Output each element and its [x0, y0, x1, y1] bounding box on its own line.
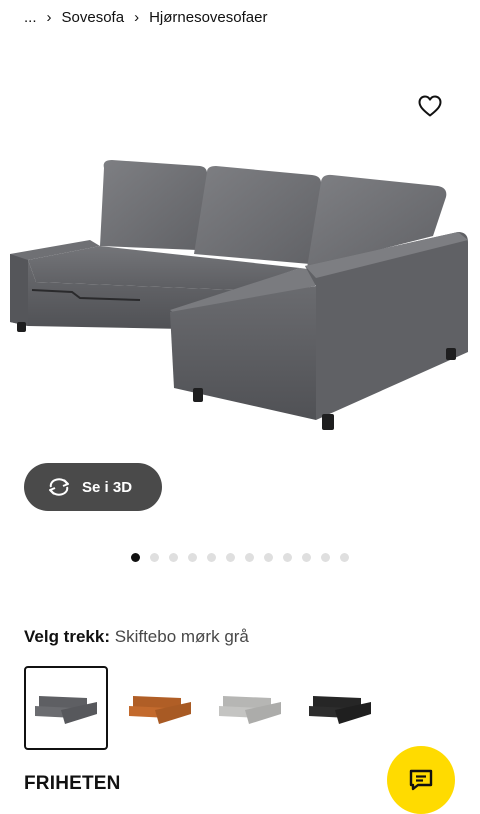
carousel-dot[interactable] [150, 552, 159, 562]
product-name: FRIHETEN [24, 773, 121, 794]
breadcrumb-item-sovesofa[interactable]: Sovesofa [62, 9, 125, 26]
sofa-thumbnail [219, 696, 281, 724]
cover-swatch-light-grey[interactable] [208, 666, 292, 750]
carousel-dot[interactable] [245, 552, 254, 562]
favorite-button[interactable] [414, 90, 446, 122]
carousel-dot[interactable] [321, 552, 330, 562]
heart-icon [418, 95, 442, 117]
product-image[interactable] [0, 130, 480, 450]
view-in-3d-button[interactable]: Se i 3D [24, 463, 162, 511]
chevron-right-icon: › [46, 8, 52, 26]
cover-swatch-skiftebo-mork-gra[interactable] [24, 666, 108, 750]
rotate-icon [49, 478, 69, 496]
carousel-dot[interactable] [264, 552, 273, 562]
view-in-3d-label: Se i 3D [82, 478, 133, 496]
chevron-right-icon: › [134, 8, 140, 26]
sofa-thumbnail [35, 696, 97, 724]
breadcrumb-item-hjornesovesofaer[interactable]: Hjørnesovesofaer [149, 9, 267, 26]
carousel-indicator [0, 552, 480, 562]
chat-icon [409, 769, 433, 791]
cover-label-key: Velg trekk: [24, 627, 110, 646]
carousel-dot[interactable] [302, 552, 311, 562]
carousel-dot[interactable] [283, 552, 292, 562]
breadcrumb: ... › Sovesofa › Hjørnesovesofaer [24, 6, 267, 28]
cover-label-value: Skiftebo mørk grå [114, 627, 249, 646]
carousel-dot[interactable] [188, 552, 197, 562]
breadcrumb-ellipsis[interactable]: ... [24, 9, 37, 26]
sofa-thumbnail [309, 696, 371, 724]
carousel-dot[interactable] [340, 552, 349, 562]
chat-button[interactable] [387, 746, 455, 814]
cover-swatch-black[interactable] [298, 666, 382, 750]
cover-swatch-orange[interactable] [118, 666, 202, 750]
carousel-dot[interactable] [131, 552, 140, 562]
sofa-thumbnail [129, 696, 191, 724]
cover-selection-label: Velg trekk: Skiftebo mørk grå [24, 627, 249, 647]
carousel-dot[interactable] [169, 552, 178, 562]
carousel-dot[interactable] [226, 552, 235, 562]
carousel-dot[interactable] [207, 552, 216, 562]
